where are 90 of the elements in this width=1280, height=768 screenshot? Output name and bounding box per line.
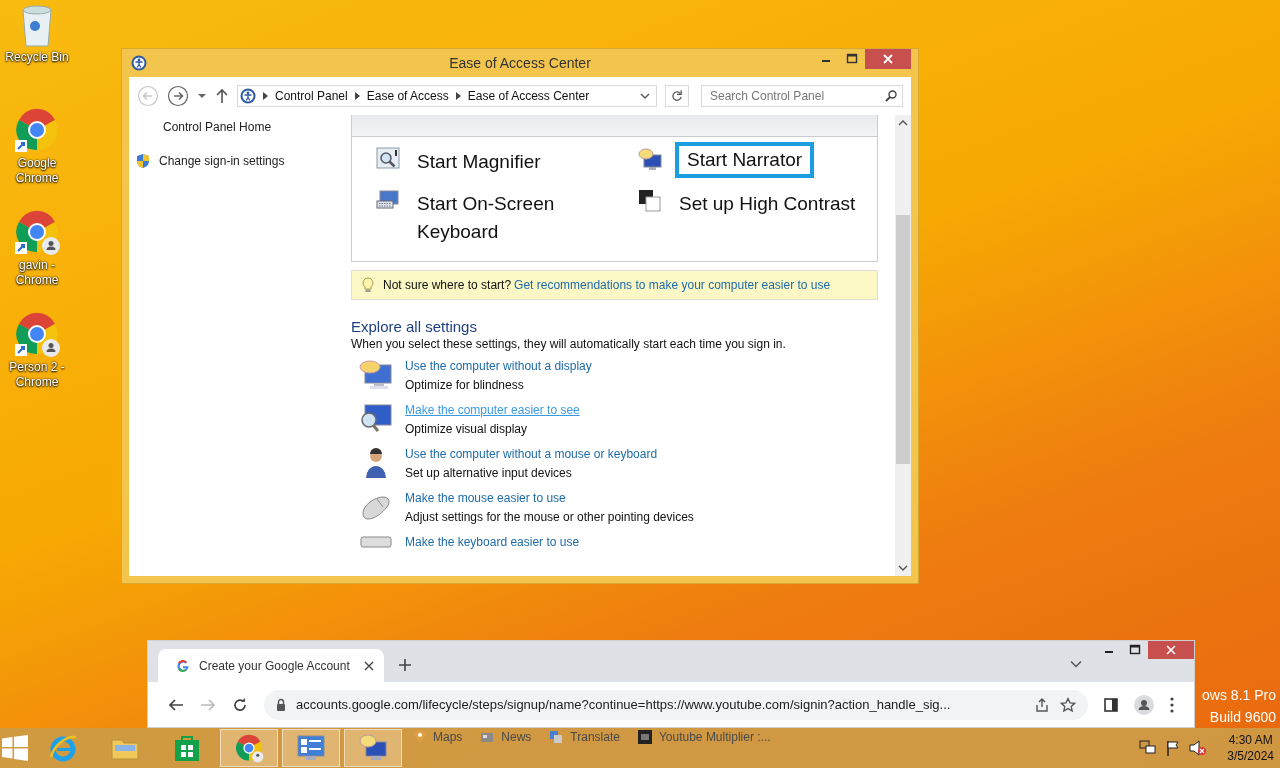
clock-time[interactable]: 4:30 AM — [1228, 732, 1273, 748]
sidebar-link[interactable]: Change sign-in settings — [159, 154, 285, 168]
translate-icon — [549, 730, 564, 744]
bookmark-link[interactable]: Youtube Multiplier :... — [658, 730, 771, 744]
chrome-profile-icon — [234, 733, 264, 763]
search-field[interactable]: Search Control Panel — [701, 85, 903, 107]
section-description: When you select these settings, they will automatically start each time you sign in. — [351, 337, 787, 351]
scrollbar-thumb[interactable] — [896, 215, 910, 464]
taskbar-button[interactable] — [344, 729, 402, 767]
recycle-bin-icon[interactable] — [19, 4, 55, 48]
shopping-bag-icon — [172, 733, 202, 763]
address-bar[interactable]: Control Panel Ease of Access Ease of Access Center — [237, 85, 657, 107]
new-tab-icon[interactable] — [398, 658, 412, 672]
section-heading: Explore all settings — [351, 318, 478, 335]
profile-avatar-icon[interactable] — [1134, 694, 1154, 715]
setting-link[interactable]: Use the computer without a display — [405, 359, 592, 373]
side-panel-icon[interactable] — [1104, 697, 1118, 712]
reload-icon[interactable] — [232, 696, 248, 713]
recommendations-link[interactable]: Get recommendations to make your computer easier to use — [514, 278, 831, 292]
refresh-icon[interactable] — [665, 85, 689, 107]
setting-description: Adjust settings for the mouse or other pointing devices — [405, 510, 694, 524]
contrast-squares-icon — [638, 189, 662, 213]
flag-icon[interactable] — [1165, 740, 1182, 756]
bookmark-link[interactable]: News — [501, 730, 532, 744]
magnifier-icon — [376, 147, 400, 171]
bookmark-link[interactable]: Maps — [433, 730, 463, 744]
breadcrumb-separator-icon — [354, 92, 360, 100]
setting-description: Optimize for blindness — [405, 378, 525, 392]
address-bar[interactable]: accounts.google.com/lifecycle/steps/signup/name?continue=https://www.youtube.com/signin?action_handle_sig... — [264, 689, 1088, 720]
windows-version-text: ows 8.1 Pro — [1202, 686, 1276, 705]
ease-of-access-icon — [240, 88, 256, 104]
browser-tab[interactable]: Create your Google Account — [158, 649, 384, 682]
shield-icon — [135, 153, 151, 169]
setting-link[interactable]: Make the keyboard easier to use — [405, 535, 580, 549]
share-icon[interactable] — [1034, 696, 1050, 713]
chrome-shortcut-icon[interactable] — [13, 106, 61, 154]
sidebar-link[interactable]: Control Panel Home — [163, 120, 272, 134]
close-icon[interactable] — [364, 660, 374, 671]
dropdown-caret-icon[interactable] — [197, 93, 207, 99]
ease-of-access-icon — [131, 55, 147, 71]
quick-access-link[interactable]: Start On-Screen Keyboard — [404, 185, 638, 251]
breadcrumb-item[interactable]: Ease of Access Center — [467, 89, 590, 103]
windows-version-text: Build 9600 — [1209, 708, 1276, 727]
keyboard-icon — [359, 535, 393, 549]
breadcrumb-separator-icon — [263, 92, 268, 100]
network-icon[interactable] — [1139, 740, 1158, 756]
close-button[interactable] — [865, 49, 911, 69]
chrome-profile-shortcut-icon[interactable] — [13, 208, 61, 256]
speech-monitor-icon — [638, 147, 662, 171]
setting-link[interactable]: Make the mouse easier to use — [405, 491, 694, 505]
scroll-down-icon[interactable] — [898, 564, 908, 572]
magnifier-monitor-icon — [359, 403, 393, 435]
chevron-down-icon[interactable] — [1070, 660, 1082, 668]
close-icon — [1166, 645, 1176, 655]
taskbar-button[interactable] — [282, 729, 340, 767]
tip-text: Not sure where to start? — [383, 278, 512, 292]
setting-description: Optimize visual display — [405, 422, 529, 436]
newspaper-icon — [480, 731, 495, 743]
speech-monitor-icon — [358, 733, 388, 763]
page-favicon-icon — [637, 730, 652, 744]
muted-speaker-icon[interactable] — [1189, 740, 1208, 756]
up-arrow-icon[interactable] — [215, 88, 229, 104]
back-arrow-icon[interactable] — [168, 696, 184, 713]
forward-icon[interactable] — [167, 85, 189, 107]
quick-access-link[interactable]: Set up High Contrast — [666, 185, 867, 223]
breadcrumb-item[interactable]: Control Panel — [275, 89, 348, 103]
setting-description: Set up alternative input devices — [405, 466, 573, 480]
chevron-down-icon[interactable] — [640, 92, 650, 100]
clock-date[interactable]: 3/5/2024 — [1227, 748, 1274, 764]
breadcrumb-separator-icon — [455, 92, 461, 100]
setting-link[interactable]: Use the computer without a mouse or keyboard — [405, 447, 658, 461]
bookmark-link[interactable]: Translate — [570, 730, 620, 744]
map-pin-icon — [414, 730, 426, 744]
scrollbar[interactable] — [895, 115, 911, 576]
chrome-profile-shortcut-icon[interactable] — [13, 310, 61, 358]
more-menu-icon[interactable] — [1170, 696, 1174, 713]
lock-icon — [276, 698, 286, 711]
speech-monitor-icon — [359, 359, 393, 391]
lightbulb-icon — [362, 277, 374, 293]
scroll-up-icon[interactable] — [898, 119, 908, 127]
taskbar-button[interactable] — [220, 729, 278, 767]
breadcrumb-item[interactable]: Ease of Access — [366, 89, 449, 103]
star-icon[interactable] — [1060, 696, 1076, 713]
close-icon — [883, 54, 893, 64]
globe-e-icon — [48, 733, 78, 763]
window-title: Ease of Access Center — [449, 55, 591, 71]
quick-access-link[interactable]: Start Magnifier — [404, 143, 552, 181]
control-panel-icon — [296, 733, 326, 763]
quick-access-link[interactable]: Start Narrator — [676, 143, 814, 177]
google-g-icon — [176, 658, 190, 673]
